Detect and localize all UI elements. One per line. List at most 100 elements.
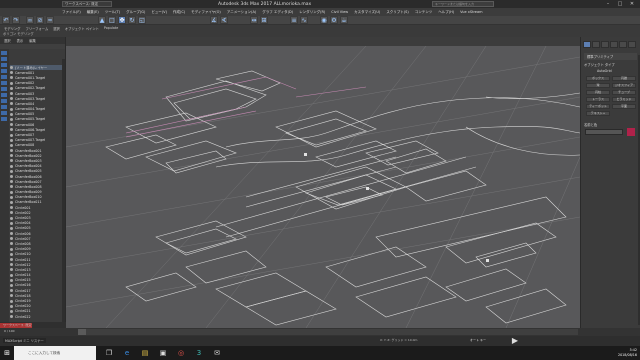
visibility-eye-icon[interactable]	[10, 66, 13, 70]
menu-content[interactable]: コンテンツ	[415, 10, 433, 15]
filter-warps-icon[interactable]	[1, 81, 7, 85]
explorer-tab-edit[interactable]: 編集	[29, 38, 36, 43]
object-name-field[interactable]	[585, 129, 623, 135]
visibility-eye-icon[interactable]	[10, 123, 13, 127]
system-clock[interactable]: 5:42 2018/08/16	[618, 348, 637, 357]
hierarchy-tab-icon[interactable]	[601, 41, 609, 48]
mirror-icon[interactable]: ⇹	[250, 16, 258, 24]
help-search-input[interactable]: キーワードまたは語句を入力	[432, 1, 494, 7]
visibility-eye-icon[interactable]	[10, 164, 13, 168]
visibility-eye-icon[interactable]	[10, 299, 13, 303]
time-slider-handle[interactable]	[78, 329, 86, 335]
auto-key-button[interactable]: オート キー	[470, 338, 486, 342]
sphere-button[interactable]: 球	[586, 83, 610, 88]
textplus-button[interactable]: テキスト+	[586, 111, 610, 116]
menu-vue-xstream[interactable]: Vue xStream	[460, 10, 482, 14]
visibility-eye-icon[interactable]	[10, 149, 13, 153]
play-icon[interactable]: ▶	[510, 337, 520, 345]
pyramid-button[interactable]: ピラミッド	[612, 97, 636, 102]
visibility-eye-icon[interactable]	[10, 81, 13, 85]
create-tab-icon[interactable]	[583, 41, 591, 48]
filter-hidden-icon[interactable]	[1, 117, 7, 121]
menu-scripting[interactable]: スクリプト(S)	[386, 10, 408, 15]
utilities-tab-icon[interactable]	[628, 41, 636, 48]
menu-help[interactable]: ヘルプ(H)	[438, 10, 454, 15]
move-icon[interactable]: ✥	[118, 16, 126, 24]
filter-helpers-icon[interactable]	[1, 75, 7, 79]
teapot-button[interactable]: ティーポット	[586, 104, 610, 109]
visibility-eye-icon[interactable]	[10, 112, 13, 116]
snap-icon[interactable]: ∡	[210, 16, 218, 24]
rotate-icon[interactable]: ↻	[128, 16, 136, 24]
visibility-eye-icon[interactable]	[10, 221, 13, 225]
explorer-tab-display[interactable]: 表示	[17, 38, 24, 43]
visibility-eye-icon[interactable]	[10, 138, 13, 142]
visibility-eye-icon[interactable]	[10, 107, 13, 111]
visibility-eye-icon[interactable]	[10, 169, 13, 173]
menu-edit[interactable]: 編集(E)	[87, 10, 99, 15]
list-item[interactable]: Circle022	[10, 314, 64, 319]
explorer-tab-select[interactable]: 選択	[4, 38, 11, 43]
render-icon[interactable]: ☕	[340, 16, 348, 24]
cone-button[interactable]: 円錐	[612, 76, 636, 81]
maxscript-listener[interactable]: MAXScript ミニ リスナー	[3, 338, 46, 343]
task-view-icon[interactable]: ❐	[104, 348, 114, 358]
menu-create[interactable]: 作成(C)	[173, 10, 185, 15]
visibility-eye-icon[interactable]	[10, 97, 13, 101]
tube-button[interactable]: チューブ	[612, 90, 636, 95]
viewport-camera[interactable]: [+] [Camera001] [シーデント（標準）] [線構え]	[66, 37, 580, 328]
visibility-eye-icon[interactable]	[10, 86, 13, 90]
visibility-eye-icon[interactable]	[10, 294, 13, 298]
visibility-eye-icon[interactable]	[10, 258, 13, 262]
visibility-eye-icon[interactable]	[10, 211, 13, 215]
display-tab-icon[interactable]	[619, 41, 627, 48]
time-slider-track[interactable]	[78, 329, 578, 335]
object-color-swatch[interactable]	[627, 128, 635, 136]
minimize-button[interactable]: –	[602, 0, 614, 8]
menu-animation[interactable]: アニメーション(A)	[227, 10, 257, 15]
filter-bones-icon[interactable]	[1, 99, 7, 103]
visibility-eye-icon[interactable]	[10, 309, 13, 313]
layer-icon[interactable]: ≡	[290, 16, 298, 24]
visibility-eye-icon[interactable]	[10, 232, 13, 236]
visibility-eye-icon[interactable]	[10, 190, 13, 194]
store-icon[interactable]: ▣	[158, 348, 168, 358]
modify-tab-icon[interactable]	[592, 41, 600, 48]
visibility-eye-icon[interactable]	[10, 175, 13, 179]
visibility-eye-icon[interactable]	[10, 159, 13, 163]
primitive-type-dropdown[interactable]: 標準プリミティブ	[584, 53, 637, 60]
taskbar-search-input[interactable]: ここに入力して検索	[14, 346, 96, 360]
visibility-eye-icon[interactable]	[10, 133, 13, 137]
bind-icon[interactable]: ≈	[46, 16, 54, 24]
menu-modifiers[interactable]: モディファイヤ(O)	[191, 10, 221, 15]
visibility-eye-icon[interactable]	[10, 216, 13, 220]
select-icon[interactable]: ▲	[98, 16, 106, 24]
visibility-eye-icon[interactable]	[10, 304, 13, 308]
tab-populate[interactable]: Populate	[104, 26, 118, 31]
select-region-icon[interactable]: □	[108, 16, 116, 24]
visibility-eye-icon[interactable]	[10, 226, 13, 230]
visibility-eye-icon[interactable]	[10, 242, 13, 246]
align-icon[interactable]: ⊞	[260, 16, 268, 24]
visibility-eye-icon[interactable]	[10, 180, 13, 184]
filter-frozen-icon[interactable]	[1, 111, 7, 115]
visibility-eye-icon[interactable]	[10, 143, 13, 147]
filter-lights-icon[interactable]	[1, 63, 7, 67]
filter-geometry-icon[interactable]	[1, 51, 7, 55]
visibility-eye-icon[interactable]	[10, 117, 13, 121]
maximize-button[interactable]: □	[614, 0, 626, 8]
menu-graph-editors[interactable]: グラフ エディタ(D)	[262, 10, 293, 15]
visibility-eye-icon[interactable]	[10, 154, 13, 158]
explorer-scrollbar[interactable]	[62, 59, 65, 327]
mail-icon[interactable]: ✉	[212, 348, 222, 358]
visibility-eye-icon[interactable]	[10, 185, 13, 189]
3dsmax-icon[interactable]: 3	[194, 348, 204, 358]
box-button[interactable]: ボックス	[586, 76, 610, 81]
visibility-eye-icon[interactable]	[10, 278, 13, 282]
visibility-eye-icon[interactable]	[10, 200, 13, 204]
menu-tools[interactable]: ツール(T)	[105, 10, 120, 15]
plane-button[interactable]: 平面	[612, 104, 636, 109]
visibility-eye-icon[interactable]	[10, 252, 13, 256]
explorer-icon[interactable]: ▤	[140, 348, 150, 358]
visibility-eye-icon[interactable]	[10, 273, 13, 277]
